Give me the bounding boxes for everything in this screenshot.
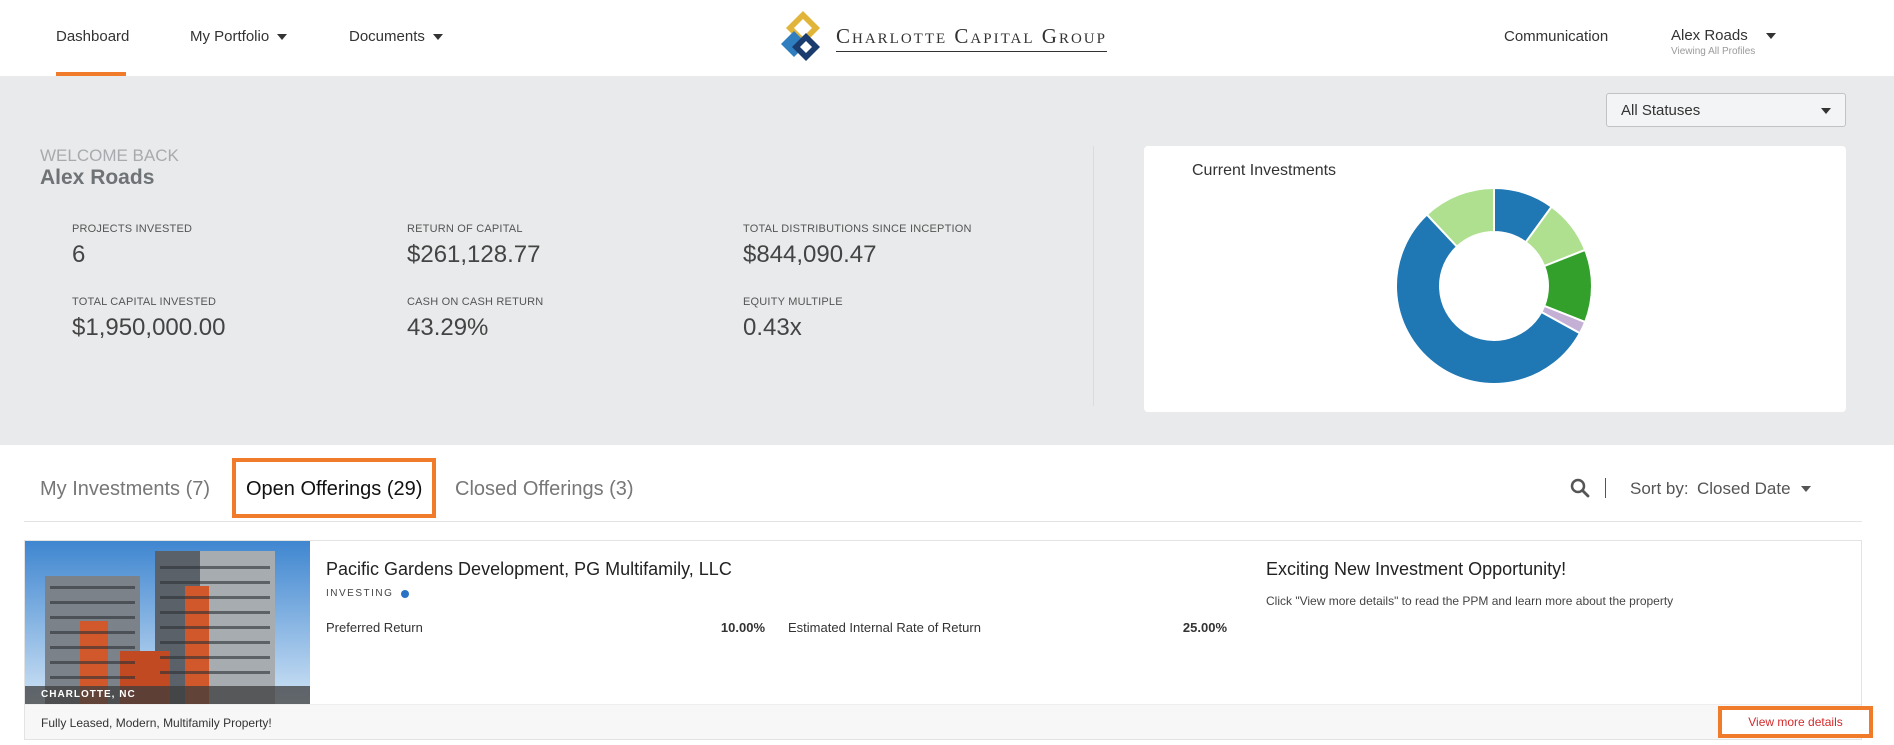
- current-investments-donut-chart: [1395, 186, 1593, 385]
- stat-total-capital-invested: TOTAL CAPITAL INVESTED $1,950,000.00: [72, 296, 225, 342]
- status-dot-icon: [401, 589, 410, 598]
- offering-location: CHARLOTTE, NC: [25, 686, 310, 704]
- stat-label: RETURN OF CAPITAL: [407, 223, 523, 235]
- tab-closed-offerings[interactable]: Closed Offerings (3): [455, 478, 634, 501]
- stat-return-of-capital: RETURN OF CAPITAL $261,128.77: [407, 223, 540, 269]
- welcome-label: WELCOME BACK: [40, 146, 179, 165]
- preferred-return-value: 10.00%: [720, 620, 765, 635]
- dashboard-summary: All Statuses WELCOME BACK Alex Roads PRO…: [0, 76, 1894, 445]
- preferred-return-label: Preferred Return: [326, 620, 423, 635]
- offering-status: INVESTING: [326, 588, 410, 599]
- offering-card: CHARLOTTE, NC Pacific Gardens Developmen…: [24, 540, 1862, 740]
- sort-separator: [1605, 478, 1606, 498]
- chevron-down-icon: [1821, 108, 1831, 114]
- sort-label: Sort by:: [1630, 479, 1689, 498]
- welcome-name: Alex Roads: [40, 166, 155, 189]
- user-subtitle: Viewing All Profiles: [1671, 46, 1756, 57]
- promo-text: Click "View more details" to read the PP…: [1266, 594, 1674, 608]
- promo-title: Exciting New Investment Opportunity!: [1266, 559, 1567, 579]
- nav-portfolio-label: My Portfolio: [190, 28, 270, 45]
- tab-open-offerings-highlight: [232, 458, 436, 518]
- offering-footer: Fully Leased, Modern, Multifamily Proper…: [25, 704, 1861, 739]
- irr-value: 25.00%: [1182, 620, 1227, 635]
- stat-value: $844,090.47: [743, 241, 877, 268]
- stat-label: EQUITY MULTIPLE: [743, 296, 843, 308]
- user-menu[interactable]: Alex Roads Viewing All Profiles: [1671, 27, 1776, 57]
- nav-communication-label: Communication: [1504, 28, 1609, 45]
- stat-value: 43.29%: [407, 314, 489, 341]
- stat-label: TOTAL DISTRIBUTIONS SINCE INCEPTION: [743, 223, 972, 235]
- nav-communication[interactable]: Communication: [1504, 28, 1608, 45]
- stat-cash-on-cash: CASH ON CASH RETURN 43.29%: [407, 296, 543, 342]
- logo-text: Charlotte Capital Group: [836, 24, 1107, 52]
- stat-projects-invested: PROJECTS INVESTED 6: [72, 223, 192, 269]
- nav-dashboard-label: Dashboard: [56, 28, 130, 45]
- view-more-details-button[interactable]: View more details: [1718, 706, 1873, 738]
- stat-value: 0.43x: [743, 314, 802, 341]
- nav-portfolio[interactable]: My Portfolio: [190, 28, 288, 45]
- chevron-down-icon: [432, 33, 443, 40]
- logo[interactable]: Charlotte Capital Group: [780, 8, 1110, 68]
- top-nav: Dashboard My Portfolio Documents Charlot…: [0, 0, 1894, 76]
- nav-dashboard[interactable]: Dashboard: [56, 28, 129, 45]
- chevron-down-icon: [277, 33, 288, 40]
- summary-divider: [1093, 146, 1094, 406]
- sort-value: Closed Date: [1697, 479, 1791, 498]
- offering-tagline: Fully Leased, Modern, Multifamily Proper…: [41, 716, 272, 730]
- chevron-down-icon: [1800, 486, 1811, 492]
- offering-image[interactable]: CHARLOTTE, NC: [25, 541, 310, 704]
- stat-value: 6: [72, 241, 86, 268]
- irr-label: Estimated Internal Rate of Return: [788, 620, 981, 635]
- offering-title[interactable]: Pacific Gardens Development, PG Multifam…: [326, 559, 732, 580]
- stat-value: $1,950,000.00: [72, 314, 226, 341]
- nav-documents[interactable]: Documents: [349, 28, 443, 45]
- stat-equity-multiple: EQUITY MULTIPLE 0.43x: [743, 296, 843, 342]
- offering-status-label: INVESTING: [326, 588, 394, 599]
- status-filter-select[interactable]: All Statuses: [1606, 93, 1846, 127]
- stat-total-distributions: TOTAL DISTRIBUTIONS SINCE INCEPTION $844…: [743, 223, 972, 269]
- user-name: Alex Roads: [1671, 27, 1748, 44]
- chevron-down-icon: [1765, 32, 1776, 39]
- search-icon[interactable]: [1570, 478, 1590, 503]
- stat-label: CASH ON CASH RETURN: [407, 296, 544, 308]
- nav-documents-label: Documents: [349, 28, 425, 45]
- tab-my-investments[interactable]: My Investments (7): [40, 478, 210, 501]
- tabs-divider: [24, 521, 1862, 522]
- stat-label: TOTAL CAPITAL INVESTED: [72, 296, 217, 308]
- current-investments-card: Current Investments: [1144, 146, 1846, 412]
- chart-title: Current Investments: [1192, 162, 1337, 179]
- logo-diamond-icon: [781, 11, 820, 61]
- sort-select[interactable]: Closed Date: [1697, 479, 1811, 499]
- status-filter-value: All Statuses: [1621, 102, 1701, 119]
- stat-value: $261,128.77: [407, 241, 541, 268]
- stat-label: PROJECTS INVESTED: [72, 223, 193, 235]
